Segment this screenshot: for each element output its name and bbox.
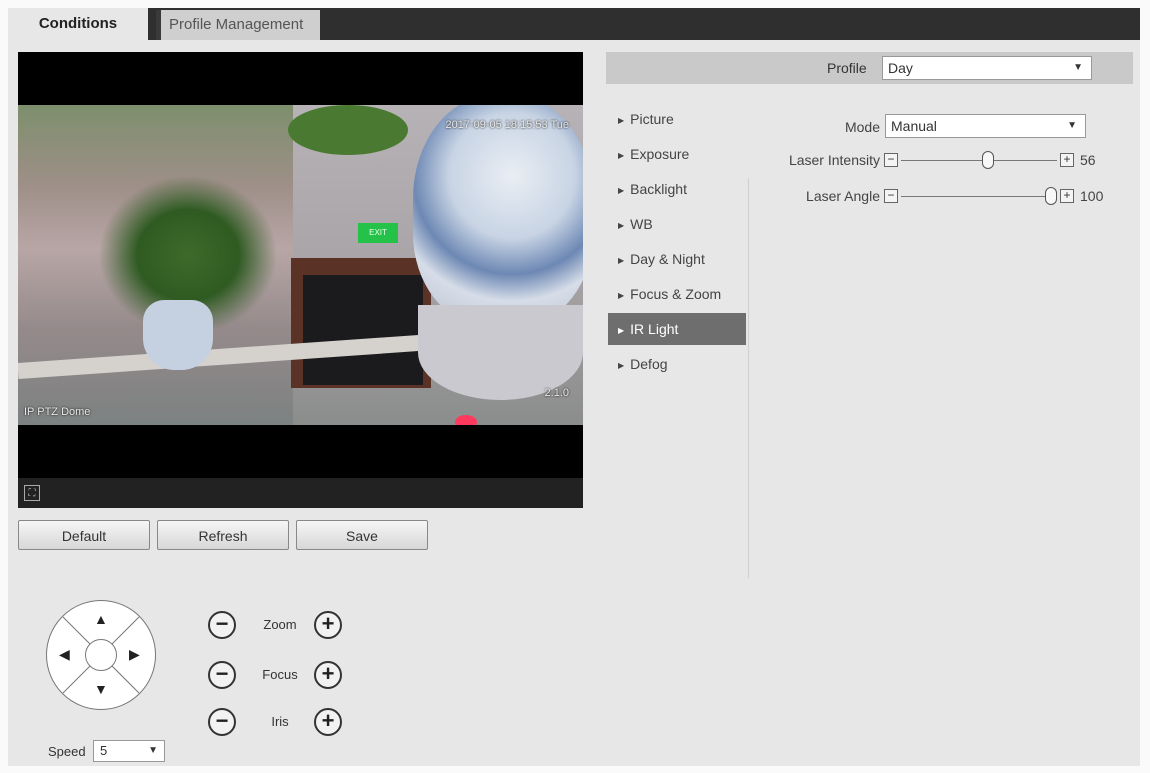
menu-divider [748,178,749,578]
triangle-right-icon: ▶ [618,291,625,300]
laser-intensity-label: Laser Intensity [788,152,880,168]
menu-item-label: Day & Night [630,251,705,267]
mode-label: Mode [844,119,880,135]
menu-item-label: Focus & Zoom [630,286,722,302]
fullscreen-icon[interactable]: ⛶ [24,485,40,501]
iris-plus-button[interactable]: + [314,708,342,736]
triangle-right-icon: ▶ [618,116,625,125]
profile-bar: Profile Day ▼ [606,52,1133,84]
chevron-down-icon: ▼ [1067,120,1077,131]
laser-angle-minus-button[interactable]: − [884,189,898,203]
exit-sign: EXIT [358,223,398,243]
menu-item-defog[interactable]: ▶ Defog [608,348,746,380]
ptz-center-button[interactable] [85,639,117,671]
profile-select[interactable]: Day ▼ [882,56,1092,80]
menu-item-label: IR Light [630,321,679,337]
speed-label: Speed [48,744,86,759]
laser-angle-label: Laser Angle [806,188,880,204]
ptz-left-icon[interactable]: ◀ [59,647,70,661]
chevron-down-icon: ▼ [1073,62,1083,73]
refresh-button[interactable]: Refresh [157,520,289,550]
video-toolbar: ⛶ [18,478,583,508]
triangle-right-icon: ▶ [618,361,625,370]
ptz-down-icon[interactable]: ▼ [94,682,108,696]
profile-label: Profile [827,60,867,76]
tab-profile-management[interactable]: Profile Management [156,10,320,40]
laser-intensity-value: 56 [1080,152,1096,168]
menu-item-ir-light[interactable]: ▶ IR Light [608,313,746,345]
laser-intensity-plus-button[interactable]: + [1060,153,1074,167]
menu-item-day-night[interactable]: ▶ Day & Night [608,243,746,275]
tab-conditions[interactable]: Conditions [8,8,148,40]
focus-label: Focus [262,667,298,682]
app-window: Conditions Profile Management EXIT 2017-… [8,8,1140,766]
menu-item-backlight[interactable]: ▶ Backlight [608,173,746,205]
laser-intensity-track[interactable] [901,160,1057,161]
speed-select[interactable]: 5 ▼ [93,740,165,762]
focus-minus-button[interactable]: − [208,661,236,689]
iris-label: Iris [271,714,289,729]
laser-angle-track[interactable] [901,196,1057,197]
video-channel-name: IP PTZ Dome [24,406,91,418]
triangle-right-icon: ▶ [618,151,625,160]
triangle-right-icon: ▶ [618,326,625,335]
menu-item-label: Defog [630,356,668,372]
chevron-down-icon: ▼ [148,745,158,756]
laser-intensity-thumb[interactable] [981,151,994,169]
zoom-plus-button[interactable]: + [314,611,342,639]
save-button[interactable]: Save [296,520,428,550]
default-button[interactable]: Default [18,520,150,550]
menu-item-exposure[interactable]: ▶ Exposure [608,138,746,170]
laser-angle-thumb[interactable] [1045,187,1057,205]
triangle-right-icon: ▶ [618,186,625,195]
profile-value: Day [888,60,913,76]
laser-intensity-minus-button[interactable]: − [884,153,898,167]
video-zoom-level: 2.1.0 [544,387,569,399]
mode-value: Manual [891,118,937,134]
triangle-right-icon: ▶ [618,256,625,265]
laser-angle-value: 100 [1080,188,1104,204]
zoom-minus-button[interactable]: − [208,611,236,639]
laser-angle-plus-button[interactable]: + [1060,189,1074,203]
speed-value: 5 [100,743,108,758]
zoom-label: Zoom [263,617,297,632]
iris-minus-button[interactable]: − [208,708,236,736]
menu-item-label: Exposure [630,146,690,162]
video-timestamp: 2017-09-05 18:15:53 Tue [445,119,569,131]
menu-item-picture[interactable]: ▶ Picture [608,103,746,135]
tab-bar: Conditions Profile Management [8,8,1140,40]
ptz-up-icon[interactable]: ▲ [94,612,108,626]
menu-item-focus-zoom[interactable]: ▶ Focus & Zoom [608,278,746,310]
menu-item-wb[interactable]: ▶ WB [608,208,746,240]
mode-select[interactable]: Manual ▼ [885,114,1086,138]
triangle-right-icon: ▶ [618,221,625,230]
menu-item-label: Picture [630,111,674,127]
ptz-right-icon[interactable]: ▶ [129,647,140,661]
camera-image: EXIT [18,105,583,425]
video-preview[interactable]: EXIT 2017-09-05 18:15:53 Tue IP PTZ Dome… [18,52,583,508]
menu-item-label: Backlight [630,181,687,197]
focus-plus-button[interactable]: + [314,661,342,689]
menu-item-label: WB [630,216,653,232]
